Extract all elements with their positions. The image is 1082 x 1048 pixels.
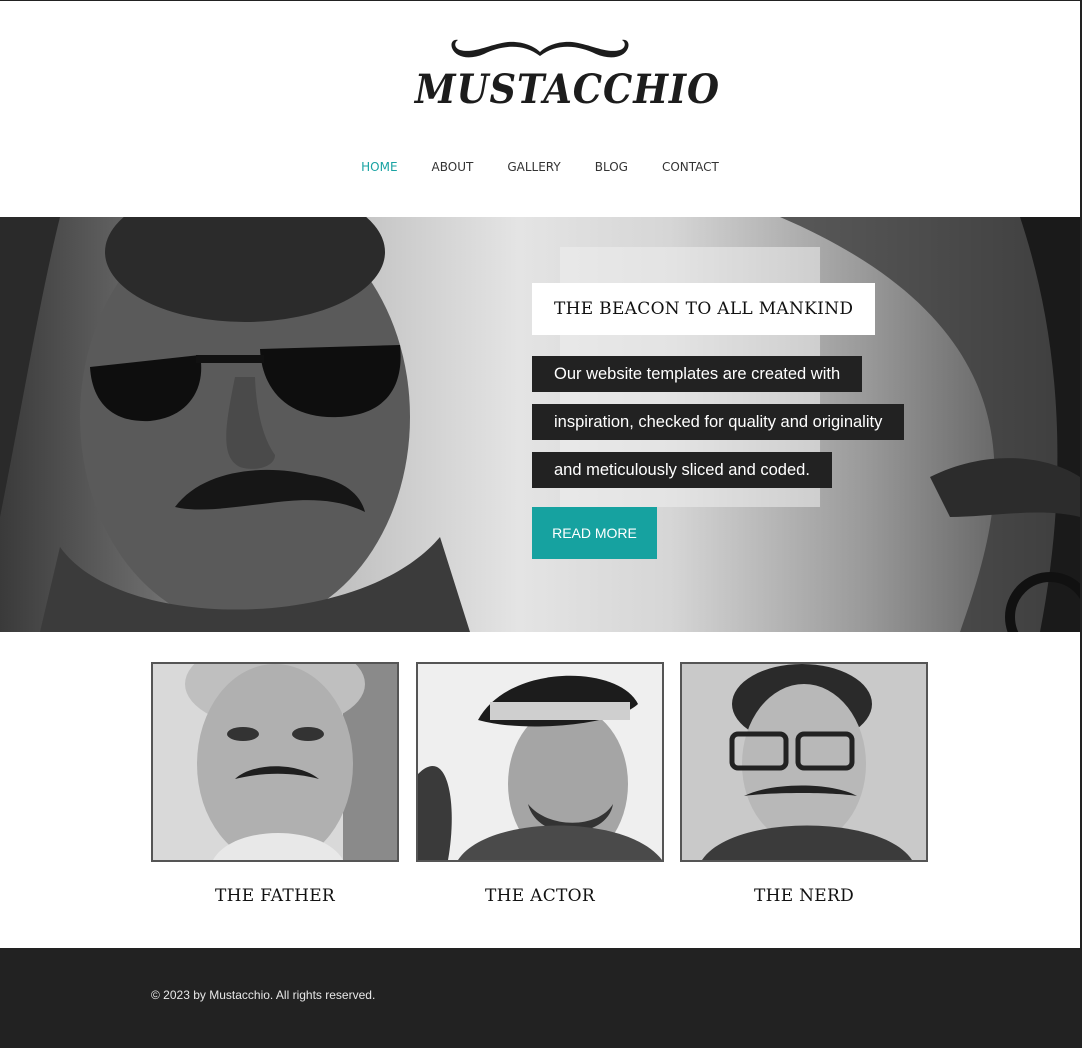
card-actor[interactable]: THE ACTOR	[416, 662, 664, 906]
actor-portrait	[418, 664, 662, 860]
nav-about[interactable]: ABOUT	[415, 158, 491, 176]
card-father[interactable]: THE FATHER	[151, 662, 399, 906]
nav-contact[interactable]: CONTACT	[645, 158, 736, 176]
site-footer: © 2023 by Mustacchio. All rights reserve…	[0, 948, 1080, 1048]
logo[interactable]: MUSTACCHIO	[404, 36, 721, 116]
profile-cards: THE FATHER THE ACTOR THE NERD	[151, 662, 928, 948]
site-header: MUSTACCHIO HOME ABOUT GALLERY BLOG CONTA…	[0, 0, 1080, 217]
copyright-text: © 2023 by Mustacchio. All rights reserve…	[151, 988, 376, 1002]
nerd-portrait	[682, 664, 926, 860]
hero-title: THE BEACON TO ALL MANKIND	[554, 299, 854, 319]
card-photo[interactable]	[416, 662, 664, 862]
hero-text-line: and meticulously sliced and coded.	[532, 452, 832, 488]
hero-text-line: inspiration, checked for quality and ori…	[532, 404, 905, 440]
main-nav: HOME ABOUT GALLERY BLOG CONTACT	[0, 158, 1080, 176]
nav-blog[interactable]: BLOG	[578, 158, 645, 176]
nav-gallery[interactable]: GALLERY	[490, 158, 577, 176]
card-photo[interactable]	[151, 662, 399, 862]
card-nerd[interactable]: THE NERD	[680, 662, 928, 906]
hero-title-box: THE BEACON TO ALL MANKIND	[532, 283, 876, 335]
father-portrait	[153, 664, 397, 860]
logo-text: MUSTACCHIO	[414, 66, 721, 113]
read-more-button[interactable]: READ MORE	[532, 507, 657, 559]
nav-home[interactable]: HOME	[344, 158, 414, 176]
card-photo[interactable]	[680, 662, 928, 862]
card-title: THE ACTOR	[484, 886, 596, 906]
card-title: THE NERD	[753, 886, 855, 906]
hero-banner: THE BEACON TO ALL MANKIND Our website te…	[0, 217, 1080, 632]
hero-text-line: Our website templates are created with	[532, 356, 863, 392]
card-title: THE FATHER	[214, 886, 336, 906]
